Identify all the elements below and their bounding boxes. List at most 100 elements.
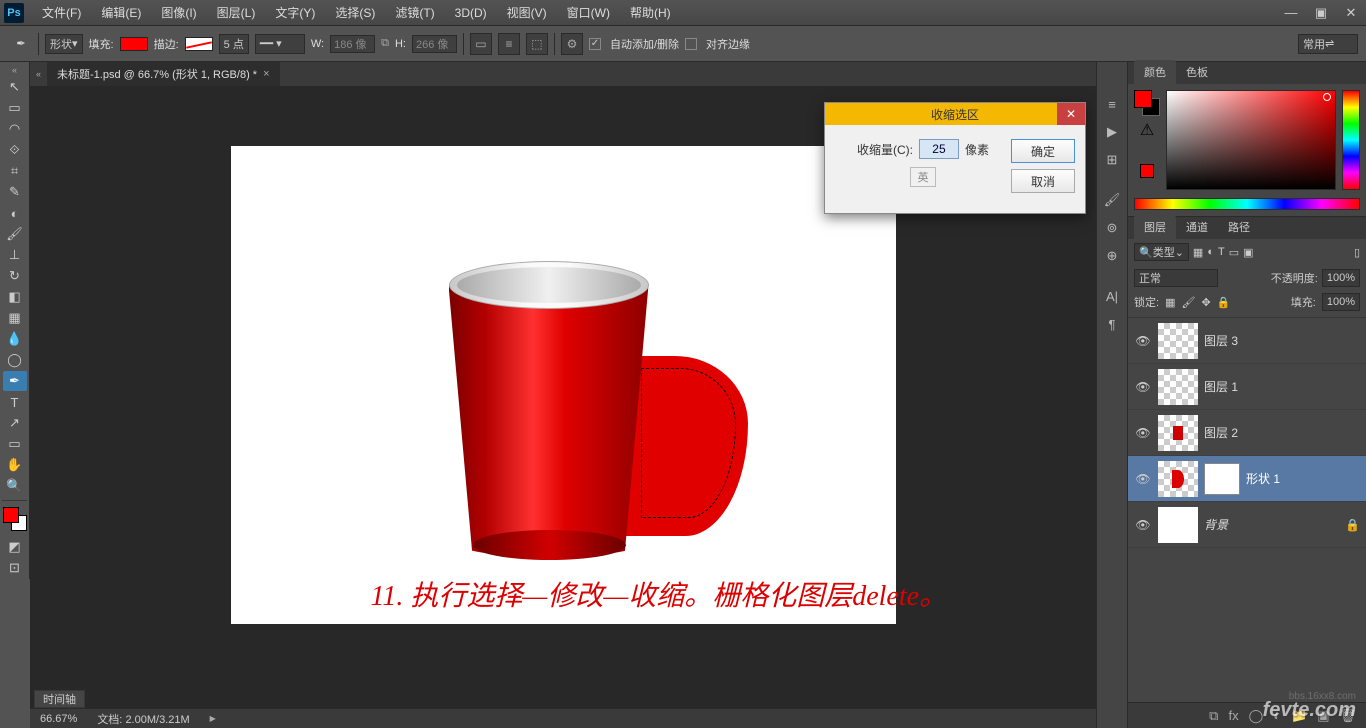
- menu-file[interactable]: 文件(F): [32, 0, 91, 25]
- hue-slider[interactable]: [1342, 90, 1360, 190]
- dialog-ok-button[interactable]: 确定: [1011, 139, 1075, 163]
- color-tab[interactable]: 颜色: [1134, 60, 1176, 84]
- filter-pixel-icon[interactable]: ▦: [1193, 246, 1203, 259]
- layer-name[interactable]: 图层 2: [1204, 424, 1238, 441]
- paragraph-panel-icon[interactable]: ¶: [1097, 312, 1127, 336]
- layer-row[interactable]: 👁 图层 3: [1128, 318, 1366, 364]
- window-close-button[interactable]: ✕: [1336, 2, 1366, 24]
- zoom-tool[interactable]: 🔍: [3, 476, 27, 496]
- menu-image[interactable]: 图像(I): [151, 0, 206, 25]
- layer-name[interactable]: 形状 1: [1246, 470, 1280, 487]
- layer-thumbnail[interactable]: [1158, 415, 1198, 451]
- pen-tool[interactable]: ✒: [3, 371, 27, 391]
- contract-amount-input[interactable]: [919, 139, 959, 159]
- timeline-drawer[interactable]: 时间轴: [34, 690, 85, 708]
- path-align-button[interactable]: ≡: [498, 33, 520, 55]
- lock-all-icon[interactable]: 🔒: [1217, 296, 1231, 309]
- lock-paint-icon[interactable]: 🖌: [1181, 296, 1195, 309]
- properties-panel-icon[interactable]: ⊞: [1097, 148, 1127, 172]
- tool-mode-select[interactable]: 形状 ▾: [45, 34, 83, 54]
- menu-edit[interactable]: 编辑(E): [91, 0, 151, 25]
- spectrum-bar[interactable]: [1134, 198, 1360, 210]
- menu-layer[interactable]: 图层(L): [207, 0, 266, 25]
- color-field[interactable]: [1166, 90, 1336, 190]
- filter-type-icon[interactable]: T: [1218, 246, 1225, 258]
- gear-icon[interactable]: ⚙: [561, 33, 583, 55]
- foreground-color-swatch[interactable]: [3, 507, 19, 523]
- window-maximize-button[interactable]: ▣: [1306, 2, 1336, 24]
- layer-fx-icon[interactable]: fx: [1228, 708, 1238, 723]
- menu-3d[interactable]: 3D(D): [445, 2, 497, 24]
- dialog-close-button[interactable]: ✕: [1057, 103, 1085, 125]
- lock-transparent-icon[interactable]: ▦: [1165, 296, 1175, 309]
- actions-panel-icon[interactable]: ▶: [1097, 120, 1127, 144]
- status-menu-icon[interactable]: ▶: [210, 714, 216, 723]
- visibility-icon[interactable]: 👁: [1134, 472, 1152, 486]
- workspace-select[interactable]: 常用 ⇌: [1298, 34, 1358, 54]
- document-tab[interactable]: 未标题-1.psd @ 66.7% (形状 1, RGB/8) * ×: [47, 62, 280, 86]
- menu-window[interactable]: 窗口(W): [557, 0, 620, 25]
- layer-name[interactable]: 背景: [1204, 516, 1228, 533]
- move-tool[interactable]: ↖: [3, 77, 27, 97]
- menu-help[interactable]: 帮助(H): [620, 0, 681, 25]
- path-combine-button[interactable]: ▭: [470, 33, 492, 55]
- path-select-tool[interactable]: ↗: [3, 413, 27, 433]
- menu-select[interactable]: 选择(S): [325, 0, 385, 25]
- dialog-titlebar[interactable]: 收缩选区 ✕: [825, 103, 1085, 125]
- window-minimize-button[interactable]: —: [1276, 2, 1306, 24]
- stamp-tool[interactable]: ⊥: [3, 245, 27, 265]
- filter-toggle[interactable]: ▯: [1354, 246, 1360, 259]
- paths-tab[interactable]: 路径: [1218, 215, 1260, 239]
- brush-panel-icon[interactable]: 🖌: [1097, 188, 1127, 212]
- quick-select-tool[interactable]: ⟐: [3, 140, 27, 160]
- blend-mode-select[interactable]: 正常: [1134, 269, 1218, 287]
- path-arrange-button[interactable]: ⬚: [526, 33, 548, 55]
- current-color-swatch[interactable]: [1140, 164, 1154, 178]
- healing-tool[interactable]: ◐: [3, 203, 27, 223]
- document-canvas[interactable]: 11. 执行选择—修改—收缩。栅格化图层delete。: [231, 146, 896, 624]
- eyedropper-tool[interactable]: ✎: [3, 182, 27, 202]
- menu-view[interactable]: 视图(V): [497, 0, 557, 25]
- brush-tool[interactable]: 🖌: [3, 224, 27, 244]
- visibility-icon[interactable]: 👁: [1134, 380, 1152, 394]
- layer-row[interactable]: 👁 图层 1: [1128, 364, 1366, 410]
- history-panel-icon[interactable]: ≡: [1097, 92, 1127, 116]
- link-wh-icon[interactable]: ⧉: [381, 37, 389, 50]
- toolbox-collapse-icon[interactable]: «: [0, 66, 29, 76]
- tab-close-icon[interactable]: ×: [263, 68, 269, 80]
- blur-tool[interactable]: 💧: [3, 329, 27, 349]
- tabbar-collapse-icon[interactable]: «: [30, 69, 47, 79]
- visibility-icon[interactable]: 👁: [1134, 426, 1152, 440]
- visibility-icon[interactable]: 👁: [1134, 334, 1152, 348]
- filter-smart-icon[interactable]: ▣: [1243, 246, 1253, 259]
- visibility-icon[interactable]: 👁: [1134, 518, 1152, 532]
- layer-name[interactable]: 图层 3: [1204, 332, 1238, 349]
- clone-panel-icon[interactable]: ⊕: [1097, 244, 1127, 268]
- fill-pct-field[interactable]: 100%: [1322, 293, 1360, 311]
- opacity-field[interactable]: 100%: [1322, 269, 1360, 287]
- stroke-color-swatch[interactable]: [185, 37, 213, 51]
- link-layers-icon[interactable]: ⧉: [1209, 708, 1218, 724]
- filter-shape-icon[interactable]: ▭: [1229, 246, 1239, 259]
- quickmask-button[interactable]: ◩: [3, 537, 27, 557]
- hand-tool[interactable]: ✋: [3, 455, 27, 475]
- layer-thumbnail[interactable]: [1158, 461, 1198, 497]
- character-panel-icon[interactable]: A|: [1097, 284, 1127, 308]
- eraser-tool[interactable]: ◧: [3, 287, 27, 307]
- layer-thumbnail[interactable]: [1158, 369, 1198, 405]
- color-swatches[interactable]: [3, 507, 27, 531]
- screenmode-button[interactable]: ⊡: [3, 558, 27, 578]
- channels-tab[interactable]: 通道: [1176, 215, 1218, 239]
- lock-move-icon[interactable]: ✥: [1201, 296, 1210, 309]
- height-field[interactable]: 266 像: [412, 35, 457, 53]
- menu-filter[interactable]: 滤镜(T): [385, 0, 444, 25]
- marquee-tool[interactable]: ▭: [3, 98, 27, 118]
- layer-mask-thumbnail[interactable]: [1204, 463, 1240, 495]
- history-brush-tool[interactable]: ↻: [3, 266, 27, 286]
- gradient-tool[interactable]: ▦: [3, 308, 27, 328]
- align-edges-checkbox[interactable]: [685, 38, 697, 50]
- layer-thumbnail[interactable]: [1158, 507, 1198, 543]
- layer-name[interactable]: 图层 1: [1204, 378, 1238, 395]
- lasso-tool[interactable]: ◠: [3, 119, 27, 139]
- zoom-level[interactable]: 66.67%: [40, 713, 77, 725]
